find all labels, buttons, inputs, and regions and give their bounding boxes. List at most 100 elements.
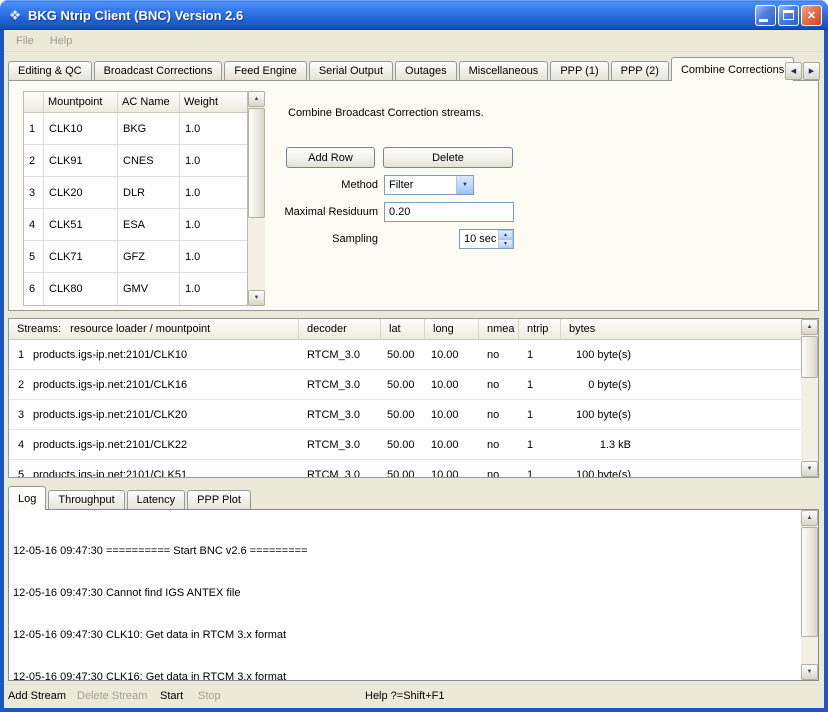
- weight-cell[interactable]: 1.0: [180, 209, 247, 241]
- mountpoint-cell[interactable]: CLK51: [44, 209, 118, 241]
- minimize-button[interactable]: [755, 5, 776, 26]
- weight-cell[interactable]: 1.0: [180, 113, 247, 145]
- tab-scroll-left-button[interactable]: ◀: [785, 62, 802, 80]
- log-output[interactable]: 12-05-16 09:47:30 ========== Start BNC v…: [8, 509, 819, 681]
- scroll-down-icon[interactable]: ▼: [248, 290, 265, 306]
- nmea-cell[interactable]: no: [479, 340, 519, 369]
- table-row[interactable]: 5 CLK71 GFZ 1.0: [24, 241, 247, 273]
- add-row-button[interactable]: Add Row: [286, 147, 375, 168]
- sampling-spinner[interactable]: 10 sec ▲ ▼: [459, 229, 514, 249]
- tab-miscellaneous[interactable]: Miscellaneous: [459, 61, 549, 80]
- spin-up-icon[interactable]: ▲: [498, 230, 513, 239]
- delete-button[interactable]: Delete: [383, 147, 513, 168]
- lat-cell[interactable]: 50.00: [381, 430, 425, 459]
- method-dropdown[interactable]: Filter ▼: [384, 175, 474, 195]
- mountpoint-cell[interactable]: CLK71: [44, 241, 118, 273]
- scroll-up-icon[interactable]: ▲: [801, 319, 818, 335]
- tab-latency[interactable]: Latency: [127, 490, 186, 509]
- log-scrollbar[interactable]: ▲ ▼: [801, 510, 818, 680]
- ntrip-cell[interactable]: 1: [519, 430, 561, 459]
- long-cell[interactable]: 10.00: [425, 400, 479, 429]
- long-cell[interactable]: 10.00: [425, 340, 479, 369]
- tab-scroll-right-button[interactable]: ▶: [803, 62, 820, 80]
- resource-cell[interactable]: products.igs-ip.net:2101/CLK20: [33, 400, 299, 429]
- decoder-cell[interactable]: RTCM_3.0: [299, 430, 381, 459]
- ntrip-cell[interactable]: 1: [519, 460, 561, 478]
- table-row[interactable]: 6 CLK80 GMV 1.0: [24, 273, 247, 305]
- scroll-up-icon[interactable]: ▲: [801, 510, 818, 526]
- decoder-cell[interactable]: RTCM_3.0: [299, 460, 381, 478]
- tab-throughput[interactable]: Throughput: [48, 490, 124, 509]
- ntrip-cell[interactable]: 1: [519, 400, 561, 429]
- stream-row[interactable]: 5 products.igs-ip.net:2101/CLK51 RTCM_3.…: [9, 460, 801, 478]
- decoder-cell[interactable]: RTCM_3.0: [299, 400, 381, 429]
- streams-scrollbar[interactable]: ▲ ▼: [801, 319, 818, 477]
- tab-ppp-2[interactable]: PPP (2): [611, 61, 669, 80]
- weight-cell[interactable]: 1.0: [180, 177, 247, 209]
- mountpoint-cell[interactable]: CLK10: [44, 113, 118, 145]
- start-action[interactable]: Start: [160, 690, 183, 702]
- combine-table-scrollbar[interactable]: ▲ ▼: [248, 91, 265, 306]
- nmea-cell[interactable]: no: [479, 430, 519, 459]
- long-cell[interactable]: 10.00: [425, 460, 479, 478]
- long-cell[interactable]: 10.00: [425, 430, 479, 459]
- menu-help[interactable]: Help: [42, 33, 81, 49]
- weight-cell[interactable]: 1.0: [180, 241, 247, 273]
- lat-cell[interactable]: 50.00: [381, 460, 425, 478]
- ac-name-cell[interactable]: ESA: [118, 209, 180, 241]
- mountpoint-cell[interactable]: CLK20: [44, 177, 118, 209]
- weight-cell[interactable]: 1.0: [180, 273, 247, 305]
- stop-action[interactable]: Stop: [198, 690, 221, 702]
- residuum-input[interactable]: [385, 204, 513, 220]
- lat-cell[interactable]: 50.00: [381, 370, 425, 399]
- close-button[interactable]: ✕: [801, 5, 822, 26]
- nmea-cell[interactable]: no: [479, 460, 519, 478]
- resource-cell[interactable]: products.igs-ip.net:2101/CLK22: [33, 430, 299, 459]
- long-cell[interactable]: 10.00: [425, 370, 479, 399]
- ac-name-cell[interactable]: GFZ: [118, 241, 180, 273]
- table-row[interactable]: 1 CLK10 BKG 1.0: [24, 113, 247, 145]
- mountpoint-cell[interactable]: CLK80: [44, 273, 118, 305]
- tab-editing-qc[interactable]: Editing & QC: [8, 61, 92, 80]
- spin-down-icon[interactable]: ▼: [498, 239, 513, 248]
- tab-broadcast-corrections[interactable]: Broadcast Corrections: [94, 61, 223, 80]
- scrollbar-thumb[interactable]: [801, 527, 818, 637]
- ntrip-cell[interactable]: 1: [519, 370, 561, 399]
- mountpoint-cell[interactable]: CLK91: [44, 145, 118, 177]
- tab-outages[interactable]: Outages: [395, 61, 457, 80]
- resource-cell[interactable]: products.igs-ip.net:2101/CLK10: [33, 340, 299, 369]
- weight-cell[interactable]: 1.0: [180, 145, 247, 177]
- menu-file[interactable]: File: [8, 33, 42, 49]
- chevron-down-icon[interactable]: ▼: [456, 176, 473, 194]
- decoder-cell[interactable]: RTCM_3.0: [299, 340, 381, 369]
- stream-row[interactable]: 1 products.igs-ip.net:2101/CLK10 RTCM_3.…: [9, 340, 801, 370]
- ac-name-cell[interactable]: DLR: [118, 177, 180, 209]
- resource-cell[interactable]: products.igs-ip.net:2101/CLK51: [33, 460, 299, 478]
- nmea-cell[interactable]: no: [479, 400, 519, 429]
- tab-log[interactable]: Log: [8, 486, 46, 510]
- ac-name-cell[interactable]: CNES: [118, 145, 180, 177]
- scroll-down-icon[interactable]: ▼: [801, 664, 818, 680]
- resource-cell[interactable]: products.igs-ip.net:2101/CLK16: [33, 370, 299, 399]
- stream-row[interactable]: 4 products.igs-ip.net:2101/CLK22 RTCM_3.…: [9, 430, 801, 460]
- table-row[interactable]: 2 CLK91 CNES 1.0: [24, 145, 247, 177]
- tab-feed-engine[interactable]: Feed Engine: [224, 61, 306, 80]
- add-stream-action[interactable]: Add Stream: [8, 690, 66, 702]
- ntrip-cell[interactable]: 1: [519, 340, 561, 369]
- maximize-button[interactable]: [778, 5, 799, 26]
- stream-row[interactable]: 2 products.igs-ip.net:2101/CLK16 RTCM_3.…: [9, 370, 801, 400]
- table-row[interactable]: 3 CLK20 DLR 1.0: [24, 177, 247, 209]
- ac-name-cell[interactable]: GMV: [118, 273, 180, 305]
- delete-stream-action[interactable]: Delete Stream: [77, 690, 147, 702]
- tab-ppp-plot[interactable]: PPP Plot: [187, 490, 251, 509]
- scroll-up-icon[interactable]: ▲: [248, 91, 265, 107]
- ac-name-cell[interactable]: BKG: [118, 113, 180, 145]
- stream-row[interactable]: 3 products.igs-ip.net:2101/CLK20 RTCM_3.…: [9, 400, 801, 430]
- tab-serial-output[interactable]: Serial Output: [309, 61, 393, 80]
- nmea-cell[interactable]: no: [479, 370, 519, 399]
- lat-cell[interactable]: 50.00: [381, 400, 425, 429]
- tab-combine-corrections[interactable]: Combine Corrections: [671, 57, 794, 81]
- tab-ppp-1[interactable]: PPP (1): [550, 61, 608, 80]
- lat-cell[interactable]: 50.00: [381, 340, 425, 369]
- table-row[interactable]: 4 CLK51 ESA 1.0: [24, 209, 247, 241]
